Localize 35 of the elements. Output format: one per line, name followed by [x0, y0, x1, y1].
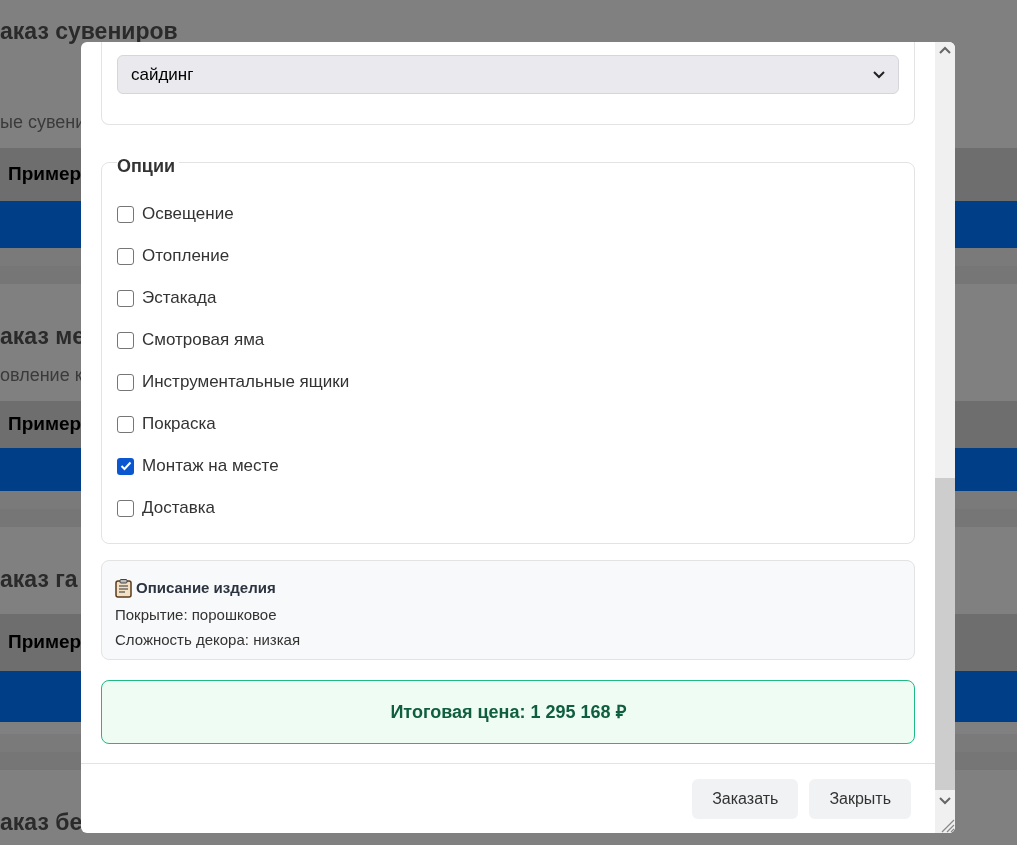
option-label: Доставка: [142, 497, 215, 520]
option-label: Смотровая яма: [142, 329, 265, 352]
checkbox[interactable]: [117, 289, 134, 307]
scrollbar-thumb[interactable]: [935, 478, 955, 790]
checkbox[interactable]: [117, 457, 134, 475]
card-title: аказ сувениров: [0, 17, 178, 42]
checkbox[interactable]: [117, 373, 134, 391]
option-label: Эстакада: [142, 287, 217, 310]
scroll-down-icon[interactable]: [939, 797, 951, 805]
scrollbar[interactable]: [935, 42, 955, 833]
close-button[interactable]: Закрыть: [809, 778, 911, 819]
option-label: Покраска: [142, 413, 216, 436]
option-label: Отопление: [142, 245, 230, 268]
description-line: Покрытие: порошковое: [115, 604, 278, 625]
checkbox[interactable]: [117, 415, 134, 433]
order-button[interactable]: Заказать: [692, 778, 799, 819]
checkbox[interactable]: [117, 331, 134, 349]
scroll-up-icon[interactable]: [939, 46, 951, 54]
checkbox[interactable]: [117, 247, 134, 265]
option-label: Освещение: [142, 203, 234, 226]
card-title: аказ бе: [0, 808, 83, 837]
chevron-down-icon: [873, 70, 885, 79]
column-header: Пример: [8, 162, 82, 187]
description-title: Описание изделия: [136, 578, 276, 598]
column-header: Пример: [8, 630, 82, 655]
option-label: Монтаж на месте: [142, 455, 279, 478]
column-header: Пример: [8, 412, 82, 437]
checkbox[interactable]: [117, 205, 134, 223]
checkbox[interactable]: [117, 499, 134, 517]
option-label: Инструментальные ящики: [142, 371, 350, 394]
card-title: аказ га: [0, 565, 78, 594]
cladding-select[interactable]: сайдинг: [117, 55, 899, 94]
clipboard-icon: [115, 578, 132, 598]
total-price: Итоговая цена: 1 295 168 ₽: [101, 680, 915, 744]
description-line: Сложность декора: низкая: [115, 630, 302, 650]
